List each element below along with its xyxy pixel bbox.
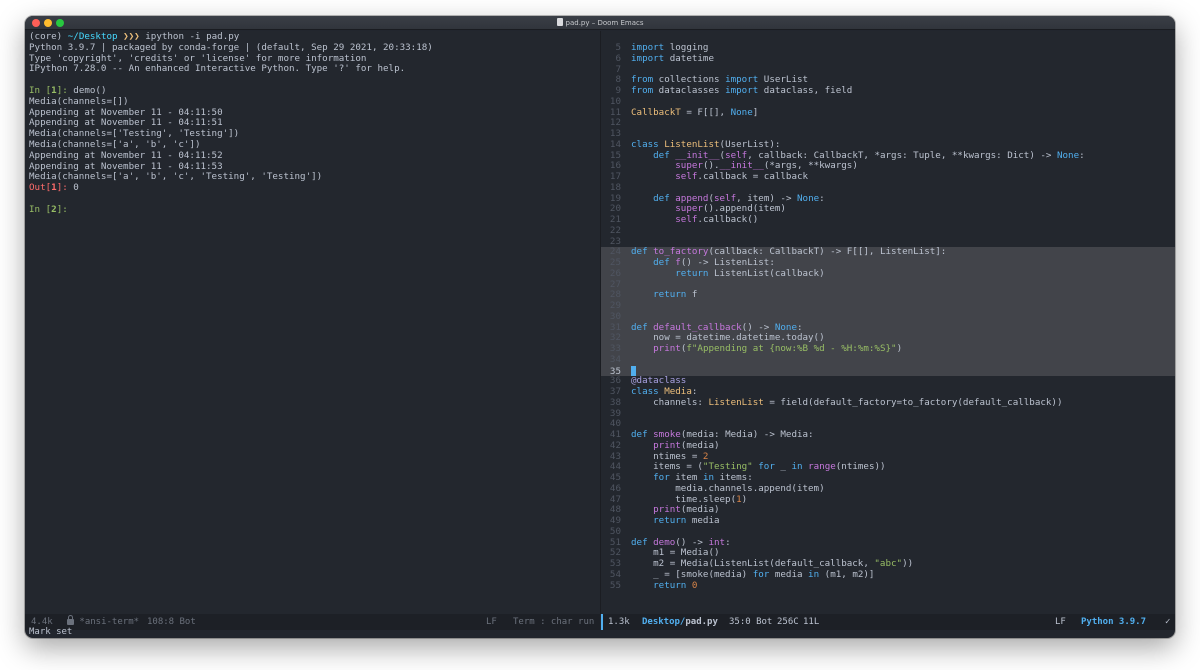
- title-bar: pad.py – Doom Emacs: [25, 16, 1175, 30]
- line-number: 55: [609, 579, 621, 591]
- output-line: Media(channels=['a', 'b', 'c', 'Testing'…: [29, 171, 323, 183]
- modeline-editor: 1.3k Desktop/pad.py 35:0 Bot 256C 11L LF…: [601, 614, 1175, 630]
- line-number: 30: [609, 310, 621, 322]
- code-line: 21 self.callback(): [601, 214, 1175, 226]
- selection-lines: 11L: [803, 617, 820, 627]
- code-line-current: 35: [601, 365, 1175, 376]
- prompt-arrows: ❯❯❯: [123, 31, 140, 42]
- output-result-1: Out[1]: 0: [29, 182, 79, 194]
- terminal-pane[interactable]: (core) ~/Desktop ❯❯❯ ipython -i pad.py P…: [25, 31, 600, 614]
- code-editor[interactable]: 5 import logging 6 import datetime 7 8 from…: [601, 42, 1175, 592]
- line-number: 18: [609, 181, 621, 193]
- output-line: Appending at November 11 - 04:11:52: [29, 149, 223, 161]
- line-number: 26: [609, 267, 621, 279]
- code-line: 38 channels: ListenList = field(default_…: [601, 396, 1175, 409]
- line-number: 34: [609, 353, 621, 365]
- output-line: Media(channels=[]): [29, 95, 129, 107]
- line-number: 54: [609, 568, 621, 580]
- buffer-name[interactable]: *ansi-term*: [67, 614, 139, 630]
- prompt-env: (core): [29, 31, 63, 42]
- lock-icon: [67, 615, 74, 625]
- text-cursor: [631, 365, 636, 376]
- banner-line: Python 3.9.7 | packaged by conda-forge |…: [29, 41, 433, 53]
- line-number: 50: [609, 525, 621, 537]
- code-line: 12: [601, 117, 1175, 129]
- code-line: 6 import datetime: [601, 52, 1175, 65]
- line-number: 46: [609, 482, 621, 494]
- major-mode[interactable]: Term : char run: [513, 614, 594, 630]
- prompt-dir: ~/Desktop: [67, 31, 118, 42]
- major-mode[interactable]: Python 3.9.7: [1081, 614, 1146, 630]
- eol-indicator[interactable]: LF: [1055, 614, 1066, 630]
- code-line-selected: 34: [601, 353, 1175, 366]
- selection-chars: 256C: [777, 617, 799, 627]
- banner-line: IPython 7.28.0 -- An enhanced Interactiv…: [29, 63, 406, 75]
- emacs-window: pad.py – Doom Emacs (core) ~/Desktop ❯❯❯…: [25, 16, 1175, 638]
- line-number: 10: [609, 95, 621, 107]
- minibuffer[interactable]: Mark set: [25, 627, 1175, 638]
- code-line: 22: [601, 224, 1175, 237]
- buffer-size: 1.3k: [608, 617, 630, 627]
- code-line: 11 CallbackT = F[[], None]: [601, 107, 1175, 119]
- echo-message: Mark set: [29, 627, 73, 637]
- document-icon: [556, 18, 563, 26]
- terminal-output: (core) ~/Desktop ❯❯❯ ipython -i pad.py P…: [29, 31, 433, 216]
- code-line-selected: 26 return ListenList(callback): [601, 267, 1175, 280]
- code-line-selected: 33 print(f"Appending at {now:%B %d - %H:…: [601, 343, 1175, 355]
- code-line-selected: 29: [601, 300, 1175, 312]
- line-number: 38: [609, 396, 621, 408]
- line-number: 22: [609, 224, 621, 236]
- cursor-position: 108:8 Bot: [147, 617, 196, 627]
- code-line: 39: [601, 408, 1175, 420]
- code-line: 49 return media: [601, 515, 1175, 527]
- prompt-command: ipython -i pad.py: [145, 31, 240, 42]
- window-title: pad.py – Doom Emacs: [25, 17, 1175, 29]
- eol-indicator[interactable]: LF: [486, 614, 497, 630]
- input-prompt-2[interactable]: In [2]:: [29, 204, 433, 216]
- editor-pane[interactable]: 5 import logging 6 import datetime 7 8 from…: [601, 31, 1175, 614]
- code-line: 9 from dataclasses import dataclass, fiel…: [601, 85, 1175, 97]
- code-line-selected: 28 return f: [601, 289, 1175, 301]
- modeline-terminal: 4.4k *ansi-term* 108:8 Bot LF Term : cha…: [25, 614, 600, 630]
- checkmark-icon[interactable]: ✓: [1165, 614, 1170, 630]
- line-number: 6: [615, 52, 621, 64]
- code-line: 17 self.callback = callback: [601, 171, 1175, 183]
- line-number: 14: [609, 138, 621, 150]
- line-number: 42: [609, 439, 621, 451]
- cursor-position: 35:0 Bot: [729, 617, 773, 627]
- code-line: 55 return 0: [601, 579, 1175, 592]
- buffer-path[interactable]: Desktop/pad.py: [642, 614, 718, 630]
